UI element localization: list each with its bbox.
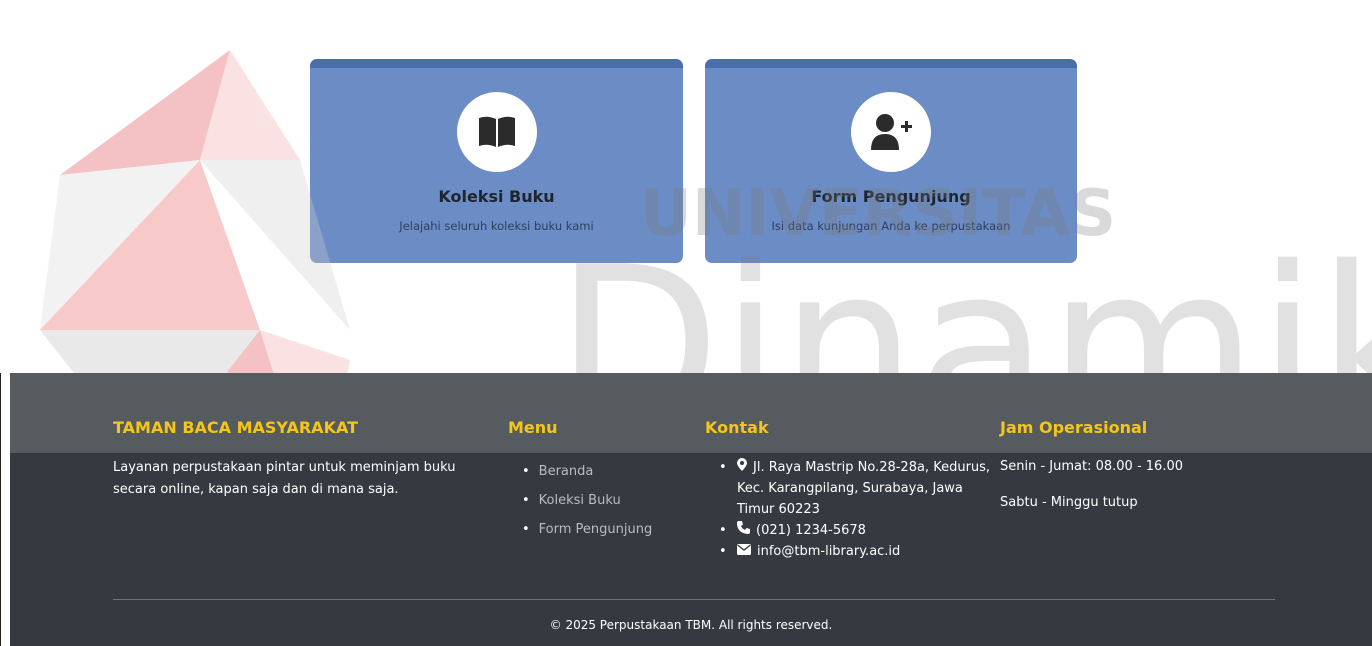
- contact-email: info@tbm-library.ac.id: [719, 541, 1004, 562]
- footer-divider: [113, 599, 1275, 600]
- hours-weekday: Senin - Jumat: 08.00 - 16.00: [1000, 459, 1183, 474]
- menu-heading: Menu: [508, 418, 558, 437]
- footer-menu: Beranda Koleksi Buku Form Pengunjung: [522, 457, 653, 544]
- menu-link-form-pengunjung[interactable]: Form Pengunjung: [522, 515, 653, 544]
- hours-heading: Jam Operasional: [1000, 418, 1148, 437]
- about-text: Layanan perpustakaan pintar untuk meminj…: [113, 460, 456, 497]
- contact-address: Jl. Raya Mastrip No.28-28a, Kedurus, Kec…: [719, 457, 1004, 520]
- main-section: Koleksi Buku Jelajahi seluruh koleksi bu…: [0, 0, 1372, 373]
- phone-text: (021) 1234-5678: [756, 523, 866, 538]
- copyright-text: © 2025 Perpustakaan TBM. All rights rese…: [549, 618, 833, 632]
- card-description: Jelajahi seluruh koleksi buku kami: [399, 219, 594, 233]
- book-icon: [456, 92, 537, 172]
- opening-hours: Senin - Jumat: 08.00 - 16.00 Sabtu - Min…: [1000, 457, 1183, 529]
- user-plus-icon: [851, 92, 931, 172]
- contact-list: Jl. Raya Mastrip No.28-28a, Kedurus, Kec…: [719, 457, 1004, 562]
- koleksi-buku-card[interactable]: Koleksi Buku Jelajahi seluruh koleksi bu…: [310, 59, 683, 263]
- contact-heading: Kontak: [705, 418, 769, 437]
- email-text: info@tbm-library.ac.id: [757, 544, 901, 559]
- hours-weekend: Sabtu - Minggu tutup: [1000, 495, 1138, 510]
- card-title: Form Pengunjung: [811, 187, 971, 206]
- phone-icon: [737, 520, 750, 541]
- map-marker-icon: [737, 457, 747, 478]
- site-footer: TAMAN BACA MASYARAKAT Layanan perpustaka…: [10, 373, 1372, 646]
- envelope-icon: [737, 541, 751, 562]
- form-pengunjung-card[interactable]: Form Pengunjung Isi data kunjungan Anda …: [705, 59, 1077, 263]
- footer-band: [10, 373, 1372, 453]
- menu-link-beranda[interactable]: Beranda: [522, 457, 652, 486]
- card-description: Isi data kunjungan Anda ke perpustakaan: [771, 219, 1011, 233]
- address-text: Jl. Raya Mastrip No.28-28a, Kedurus, Kec…: [737, 460, 991, 517]
- menu-link-koleksi-buku[interactable]: Koleksi Buku: [522, 486, 652, 515]
- contact-phone: (021) 1234-5678: [719, 520, 1004, 541]
- card-title: Koleksi Buku: [438, 187, 555, 206]
- about-heading: TAMAN BACA MASYARAKAT: [113, 418, 359, 437]
